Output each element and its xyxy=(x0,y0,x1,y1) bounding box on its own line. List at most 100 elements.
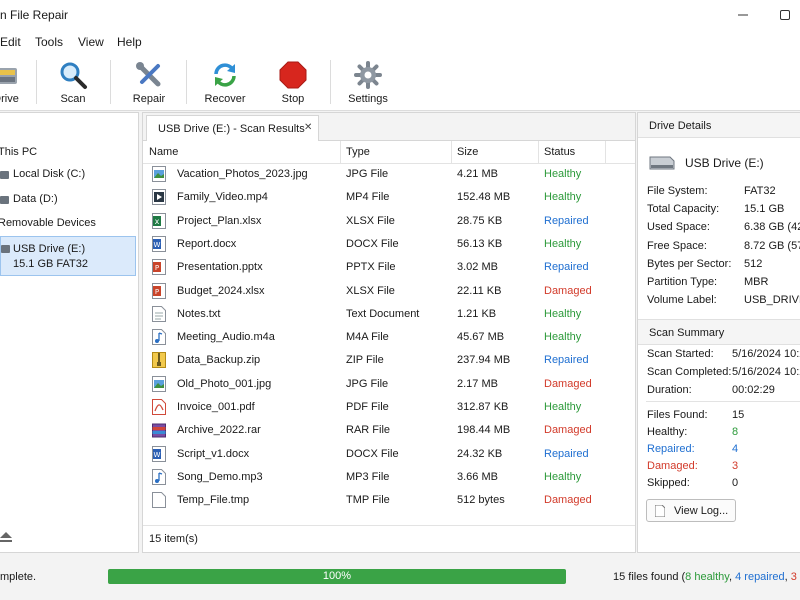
menu-edit[interactable]: Edit xyxy=(0,35,21,49)
file-name: Project_Plan.xlsx xyxy=(177,214,262,227)
stop-button[interactable]: Stop xyxy=(270,54,316,110)
table-row[interactable]: P Budget_2024.xlsx XLSX File 22.11 KB Damage… xyxy=(143,280,635,303)
tree-item-usb-drive[interactable]: USB Drive (E:) 15.1 GB FAT32 xyxy=(0,236,136,276)
refresh-icon xyxy=(214,63,236,87)
tree-this-pc[interactable]: This PC xyxy=(0,146,37,158)
menu-help[interactable]: Help xyxy=(117,35,142,49)
drive-icon xyxy=(0,68,17,84)
table-row[interactable]: x Project_Plan.xlsx XLSX File 28.75 KB Repai… xyxy=(143,210,635,233)
detail-value: MBR xyxy=(744,276,769,288)
file-size: 56.13 KB xyxy=(457,237,503,250)
file-name: Budget_2024.xlsx xyxy=(177,284,265,297)
file-size: 4.21 MB xyxy=(457,168,498,180)
tree-item-data-disk[interactable]: Data (D:) xyxy=(0,193,138,211)
file-size: 237.94 MB xyxy=(457,354,511,367)
detail-value: 15.1 GB xyxy=(744,203,785,216)
scan-started-label: Scan Started: xyxy=(647,348,714,360)
maximize-button[interactable] xyxy=(762,0,800,30)
table-row[interactable]: W Script_v1.docx DOCX File 24.32 KB Repaired xyxy=(143,443,635,466)
detail-label: Total Capacity: xyxy=(647,203,720,216)
damaged-count: 3 xyxy=(732,460,739,472)
file-status: Healthy xyxy=(544,307,582,320)
file-type: MP4 File xyxy=(346,191,390,204)
settings-button[interactable]: Settings xyxy=(343,54,393,110)
table-row[interactable]: Old_Photo_001.jpg JPG File 2.17 MB Damaged xyxy=(143,373,635,396)
column-divider[interactable] xyxy=(340,141,341,163)
file-size: 3.02 MB xyxy=(457,261,498,274)
tree-item-local-disk[interactable]: Local Disk (C:) xyxy=(0,168,138,186)
column-header-type[interactable]: Type xyxy=(346,146,370,158)
eject-icon[interactable] xyxy=(0,532,12,544)
audio-file-icon xyxy=(152,329,166,346)
close-icon[interactable]: ✕ xyxy=(304,122,312,133)
file-status: Healthy xyxy=(544,168,582,180)
file-status: Damaged xyxy=(544,424,592,437)
file-name: Script_v1.docx xyxy=(177,447,250,460)
file-type: XLSX File xyxy=(346,214,395,227)
file-size: 3.66 MB xyxy=(457,470,498,483)
minimize-button[interactable] xyxy=(720,0,766,30)
status-summary: 15 files found (8 healthy, 4 repaired, 3… xyxy=(613,571,800,583)
item-count-bar: 15 item(s) xyxy=(143,525,635,552)
table-row[interactable]: P Presentation.pptx PPTX File 3.02 MB Repair… xyxy=(143,256,635,279)
column-divider[interactable] xyxy=(451,141,452,163)
file-type: Text Document xyxy=(346,307,420,320)
usb-drive-icon xyxy=(1,245,10,253)
scan-completed-label: Scan Completed: xyxy=(647,366,732,378)
scan-results-panel: USB Drive (E:) - Scan Results ✕ Name Typ… xyxy=(142,112,636,553)
table-row[interactable]: Data_Backup.zip ZIP File 237.94 MB Repaired xyxy=(143,349,635,372)
table-row[interactable]: W Report.docx DOCX File 56.13 KB Healthy xyxy=(143,233,635,256)
drive-button[interactable]: Drive xyxy=(0,54,26,110)
file-name: Vacation_Photos_2023.jpg xyxy=(177,168,308,180)
table-row[interactable]: Invoice_001.pdf PDF File 312.87 KB Healthy xyxy=(143,396,635,419)
file-name: Archive_2022.rar xyxy=(177,424,261,437)
scan-started-value: 5/16/2024 10:2 xyxy=(732,348,800,360)
column-header-name[interactable]: Name xyxy=(149,146,178,158)
file-status: Repaired xyxy=(544,447,589,460)
summary-damaged: 3 dar xyxy=(790,571,800,583)
file-size: 22.11 KB xyxy=(457,284,502,297)
view-log-button[interactable]: View Log... xyxy=(646,499,736,522)
column-divider[interactable] xyxy=(538,141,539,163)
table-row[interactable]: Temp_File.tmp TMP File 512 bytes Damaged xyxy=(143,489,635,512)
progress-bar: 100% xyxy=(108,569,566,584)
skipped-count: 0 xyxy=(732,477,739,489)
skipped-label: Skipped: xyxy=(647,477,690,489)
menu-view[interactable]: View xyxy=(78,35,104,49)
file-status: Damaged xyxy=(544,377,592,390)
word-file-icon: W xyxy=(152,235,166,252)
recover-button[interactable]: Recover xyxy=(199,54,251,110)
file-status: Healthy xyxy=(544,470,582,483)
table-row[interactable]: Notes.txt Text Document 1.21 KB Healthy xyxy=(143,303,635,326)
column-header-size[interactable]: Size xyxy=(457,146,478,158)
scan-button[interactable]: Scan xyxy=(50,54,96,110)
tree-removable-devices[interactable]: Removable Devices xyxy=(0,217,96,229)
table-row[interactable]: Song_Demo.mp3 MP3 File 3.66 MB Healthy xyxy=(143,466,635,489)
drive-details-fields: File System: FAT32 Total Capacity: 15.1 GB U… xyxy=(638,185,800,313)
table-row[interactable]: Archive_2022.rar RAR File 198.44 MB Damaged xyxy=(143,419,635,442)
menu-tools[interactable]: Tools xyxy=(35,35,63,49)
tab-scan-results[interactable]: USB Drive (E:) - Scan Results ✕ xyxy=(146,115,319,141)
tree-item-sublabel: 15.1 GB FAT32 xyxy=(13,258,89,270)
repair-button[interactable]: Repair xyxy=(126,54,172,110)
blank-file-icon xyxy=(152,492,166,509)
minimize-icon xyxy=(738,14,748,16)
file-size: 2.17 MB xyxy=(457,377,498,390)
svg-text:W: W xyxy=(154,451,161,459)
healthy-count: 8 xyxy=(732,426,739,438)
file-status: Repaired xyxy=(544,261,589,274)
duration-label: Duration: xyxy=(647,384,692,396)
file-list: Vacation_Photos_2023.jpg JPG File 4.21 MB H… xyxy=(143,163,635,525)
file-name: Song_Demo.mp3 xyxy=(177,470,263,483)
detail-value: 8.72 GB (57.8 xyxy=(744,239,800,252)
powerpoint-file-icon: P xyxy=(152,282,166,299)
audio-file-icon xyxy=(152,468,166,485)
svg-text:x: x xyxy=(155,217,160,226)
column-divider[interactable] xyxy=(605,141,606,163)
table-row[interactable]: Vacation_Photos_2023.jpg JPG File 4.21 MB H… xyxy=(143,163,635,186)
table-row[interactable]: Family_Video.mp4 MP4 File 152.48 MB Healthy xyxy=(143,186,635,209)
table-header: Name Type Size Status xyxy=(143,141,635,164)
file-name: Family_Video.mp4 xyxy=(177,191,268,204)
table-row[interactable]: Meeting_Audio.m4a M4A File 45.67 MB Healthy xyxy=(143,326,635,349)
column-header-status[interactable]: Status xyxy=(544,146,575,158)
